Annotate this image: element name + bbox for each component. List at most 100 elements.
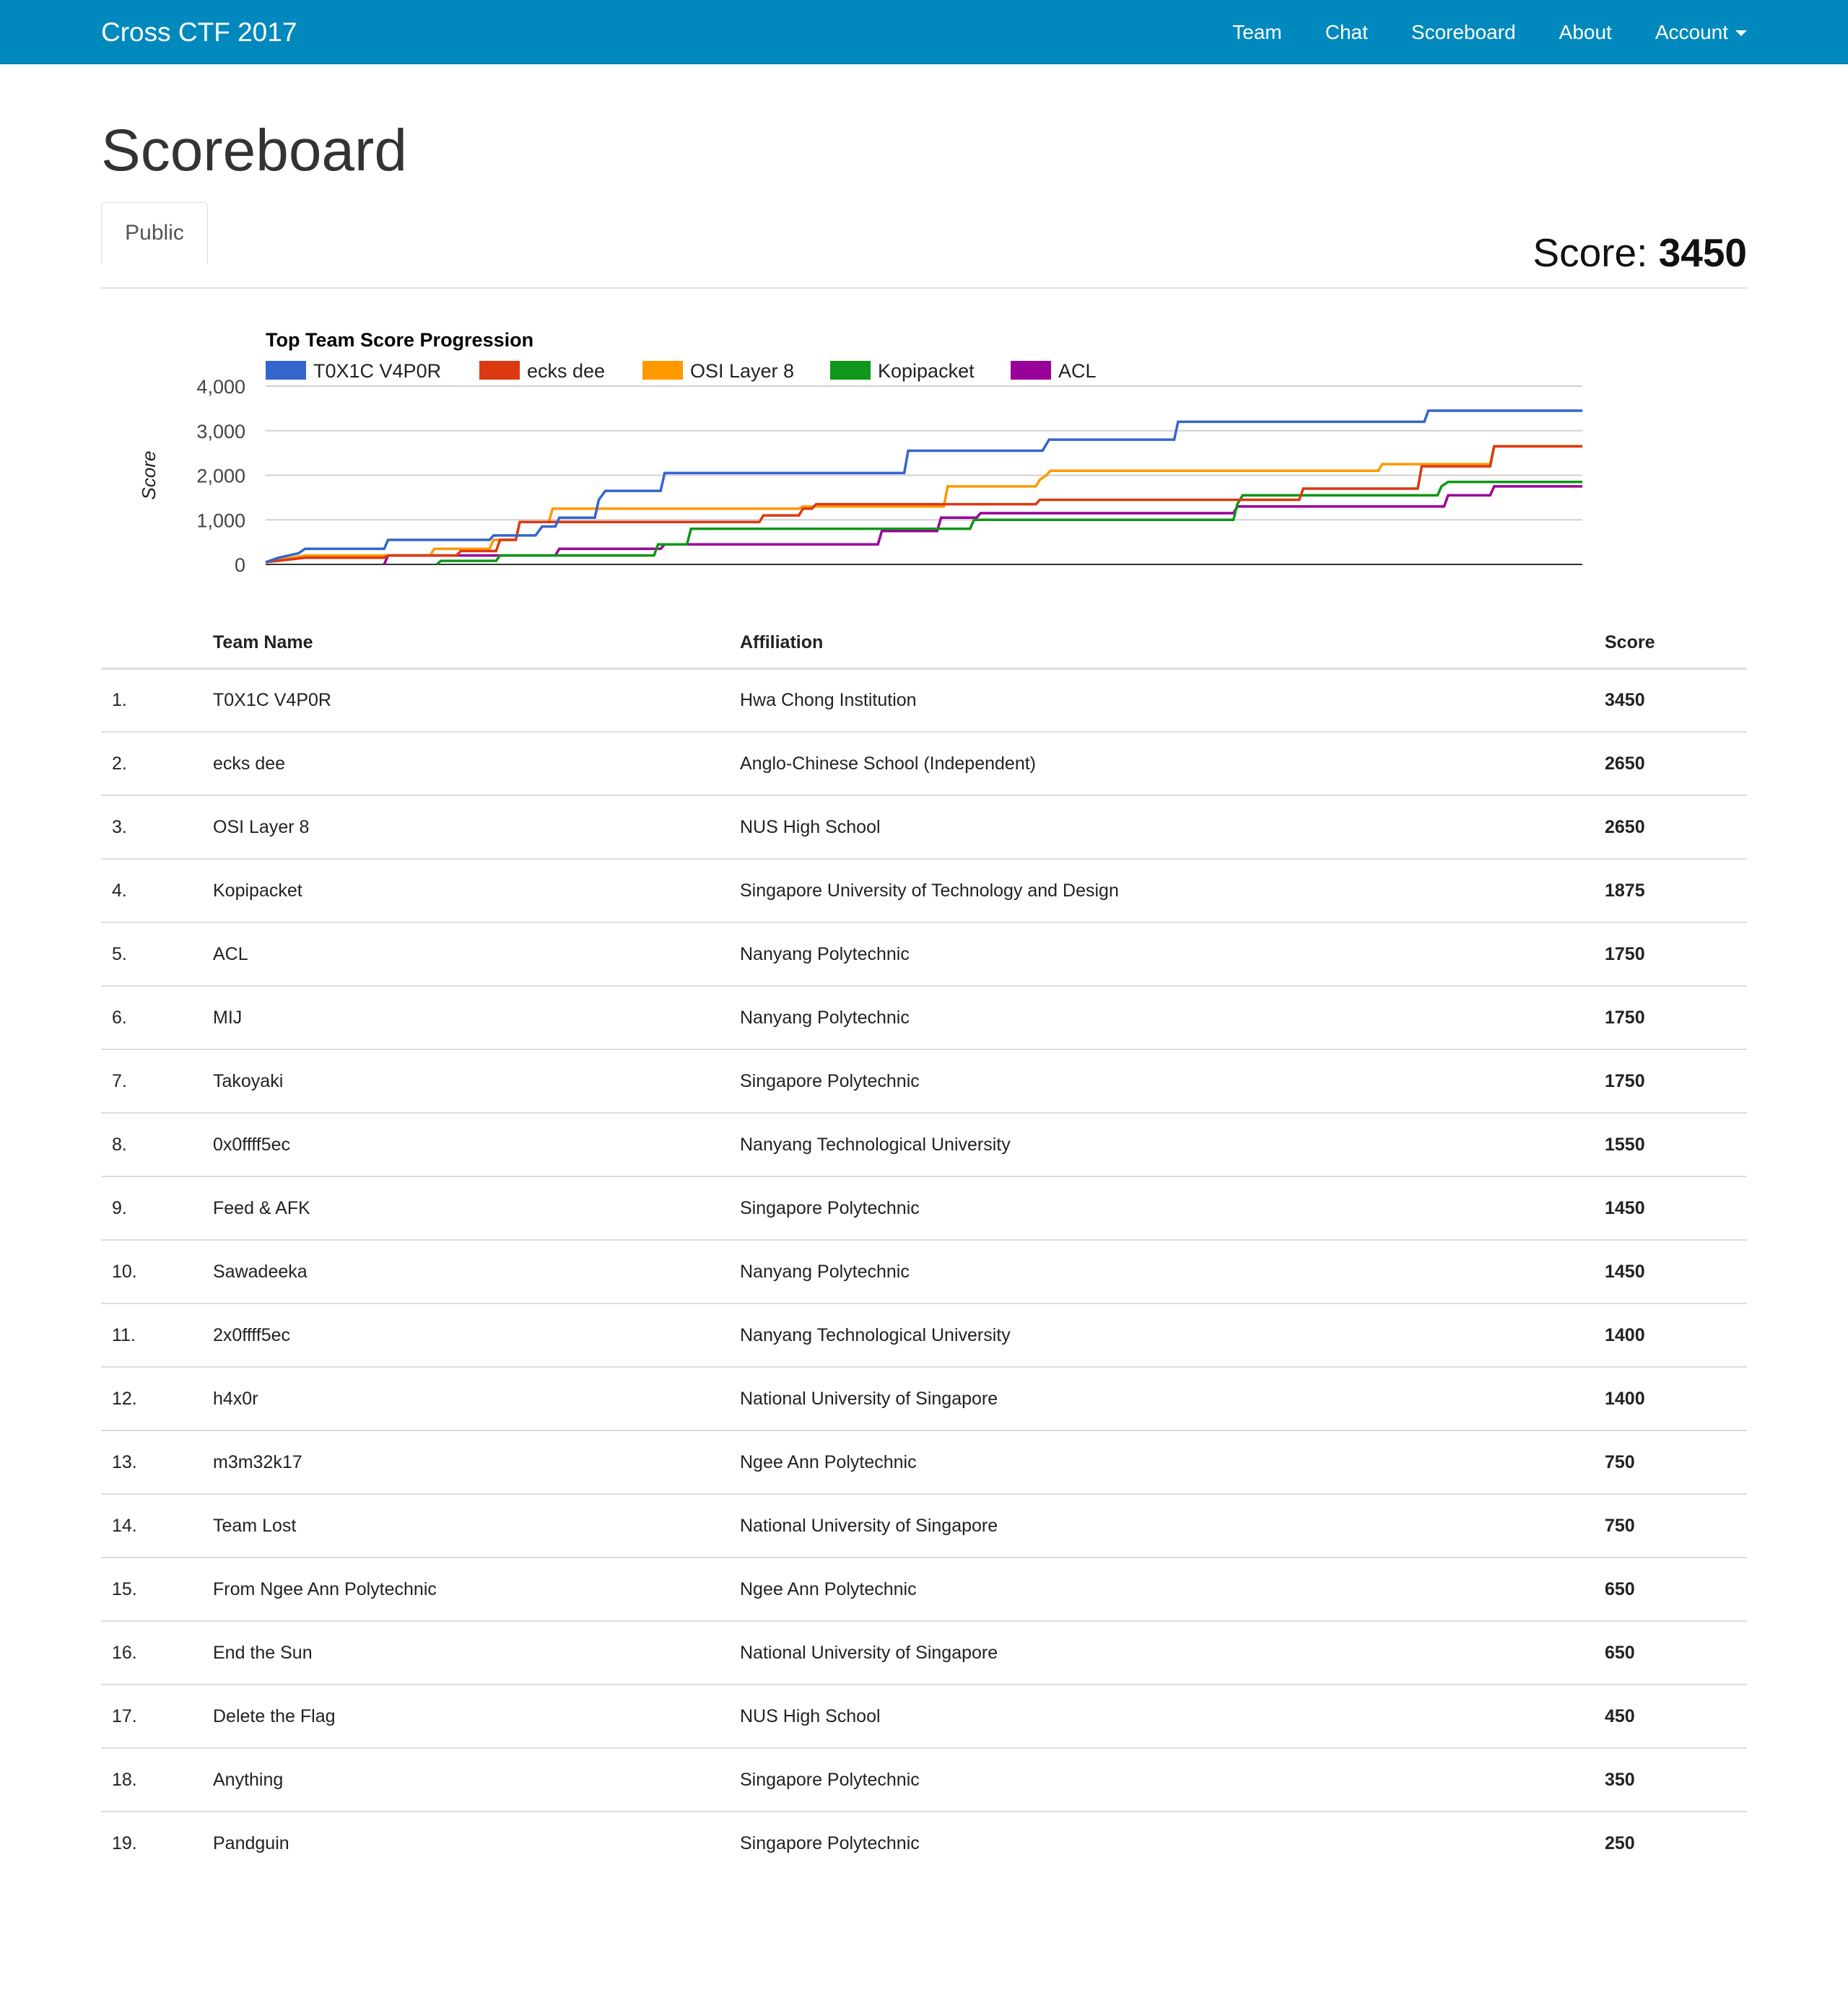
affiliation-cell: Nanyang Polytechnic xyxy=(740,986,1605,1050)
score-cell: 1750 xyxy=(1605,1049,1747,1114)
page-title: Scoreboard xyxy=(101,118,407,183)
score-cell: 1750 xyxy=(1605,922,1747,987)
legend-label: ecks dee xyxy=(527,360,605,382)
table-row: 11. 2x0ffff5ec Nanyang Technological Unive… xyxy=(101,1303,1747,1368)
rank-cell: 11. xyxy=(101,1303,213,1368)
tab-public[interactable]: Public xyxy=(101,202,208,264)
affiliation-cell: National University of Singapore xyxy=(740,1367,1605,1431)
rank-cell: 19. xyxy=(112,1833,137,1853)
score-cell: 1875 xyxy=(1605,859,1747,923)
rank-cell: 2. xyxy=(101,732,213,796)
rank-cell: 6. xyxy=(101,986,213,1050)
nav-team[interactable]: Team xyxy=(1232,21,1281,44)
brand-link[interactable]: Cross CTF 2017 xyxy=(101,0,297,64)
table-row: 3. OSI Layer 8 NUS High School 2650 xyxy=(101,795,1747,860)
score-progression-chart: Top Team Score Progression T0X1C V4P0R eck… xyxy=(101,318,1747,606)
team-name-cell: Takoyaki xyxy=(213,1049,740,1114)
team-name-cell: Sawadeeka xyxy=(213,1240,740,1304)
rank-cell: 12. xyxy=(101,1367,213,1431)
top-navbar: Cross CTF 2017 Team Chat Scoreboard Abou… xyxy=(0,0,1848,64)
y-tick-label: 0 xyxy=(235,554,245,576)
legend-label: OSI Layer 8 xyxy=(690,360,794,382)
score-cell: 750 xyxy=(1605,1494,1747,1558)
nav-scoreboard[interactable]: Scoreboard xyxy=(1411,21,1516,44)
table-row: 5. ACL Nanyang Polytechnic 1750 xyxy=(101,922,1747,987)
y-tick-label: 4,000 xyxy=(196,376,245,398)
header-rank xyxy=(101,618,213,670)
affiliation-cell: Singapore Polytechnic xyxy=(740,1176,1605,1241)
legend-label: ACL xyxy=(1058,360,1097,382)
affiliation-cell: National University of Singapore xyxy=(740,1621,1605,1685)
score-cell: 250 xyxy=(1605,1833,1635,1853)
table-row: 8. 0x0ffff5ec Nanyang Technological Univer… xyxy=(101,1113,1747,1177)
series-line xyxy=(265,409,1582,564)
team-name-cell: Pandguin xyxy=(213,1833,289,1853)
rank-cell: 7. xyxy=(101,1049,213,1114)
table-row: 12. h4x0r National University of Singapore… xyxy=(101,1367,1747,1431)
table-header-row: Team Name Affiliation Score xyxy=(101,618,1747,670)
table-row: 7. Takoyaki Singapore Polytechnic 1750 xyxy=(101,1049,1747,1114)
nav-account-label: Account xyxy=(1655,20,1728,43)
chart-title: Top Team Score Progression xyxy=(266,329,533,351)
affiliation-cell: Ngee Ann Polytechnic xyxy=(740,1430,1605,1495)
score-cell: 1450 xyxy=(1605,1240,1747,1304)
rank-cell: 8. xyxy=(101,1113,213,1177)
affiliation-cell: Nanyang Polytechnic xyxy=(740,1240,1605,1304)
rank-cell: 3. xyxy=(101,795,213,860)
affiliation-cell: Hwa Chong Institution xyxy=(740,668,1605,733)
score-label: Score: xyxy=(1533,230,1648,275)
table-row: 6. MIJ Nanyang Polytechnic 1750 xyxy=(101,986,1747,1050)
rank-cell: 1. xyxy=(101,668,213,733)
legend-swatch xyxy=(830,361,871,380)
affiliation-cell: Singapore University of Technology and D… xyxy=(740,859,1605,923)
header-team-name: Team Name xyxy=(213,618,740,670)
score-cell: 350 xyxy=(1605,1748,1747,1812)
score-cell: 1550 xyxy=(1605,1113,1747,1177)
affiliation-cell: NUS High School xyxy=(740,1685,1605,1749)
team-name-cell: T0X1C V4P0R xyxy=(213,668,740,733)
legend-swatch xyxy=(1011,361,1051,380)
rank-cell: 9. xyxy=(101,1176,213,1241)
y-tick-label: 1,000 xyxy=(196,510,245,531)
score-value: 3450 xyxy=(1658,230,1747,275)
score-cell: 3450 xyxy=(1605,668,1747,733)
table-row: 18. Anything Singapore Polytechnic 350 xyxy=(101,1748,1747,1812)
team-name-cell: OSI Layer 8 xyxy=(213,795,740,860)
rank-cell: 4. xyxy=(101,859,213,923)
team-name-cell: From Ngee Ann Polytechnic xyxy=(213,1558,740,1622)
table-row: 15. From Ngee Ann Polytechnic Ngee Ann Pol… xyxy=(101,1558,1747,1622)
nav-account-dropdown[interactable]: Account xyxy=(1655,21,1747,44)
team-name-cell: Delete the Flag xyxy=(213,1685,740,1749)
team-name-cell: 0x0ffff5ec xyxy=(213,1113,740,1177)
nav-about[interactable]: About xyxy=(1559,21,1612,44)
table-row: 17. Delete the Flag NUS High School 450 xyxy=(101,1685,1747,1749)
nav-chat[interactable]: Chat xyxy=(1325,21,1368,44)
team-name-cell: End the Sun xyxy=(213,1621,740,1685)
team-name-cell: Team Lost xyxy=(213,1494,740,1558)
y-tick-label: 3,000 xyxy=(196,421,245,442)
affiliation-cell: Anglo-Chinese School (Independent) xyxy=(740,732,1605,796)
rank-cell: 14. xyxy=(101,1494,213,1558)
team-name-cell: Feed & AFK xyxy=(213,1176,740,1241)
affiliation-cell: NUS High School xyxy=(740,795,1605,860)
affiliation-cell: Nanyang Polytechnic xyxy=(740,922,1605,987)
series-line xyxy=(383,485,1582,565)
y-axis-label: Score xyxy=(138,451,160,500)
table-row: 1. T0X1C V4P0R Hwa Chong Institution 3450 xyxy=(101,668,1747,733)
scoreboard-body: 1. T0X1C V4P0R Hwa Chong Institution 3450 2.… xyxy=(101,668,1747,1875)
score-cell: 650 xyxy=(1605,1558,1747,1622)
table-row: 10. Sawadeeka Nanyang Polytechnic 1450 xyxy=(101,1240,1747,1304)
score-cell: 450 xyxy=(1605,1685,1747,1749)
table-row: 4. Kopipacket Singapore University of Tech… xyxy=(101,859,1747,923)
score-cell: 2650 xyxy=(1605,732,1747,796)
score-cell: 1400 xyxy=(1605,1367,1747,1431)
affiliation-cell: Nanyang Technological University xyxy=(740,1303,1605,1368)
table-row: 13. m3m32k17 Ngee Ann Polytechnic 750 xyxy=(101,1430,1747,1495)
legend-label: T0X1C V4P0R xyxy=(313,360,441,382)
affiliation-cell: Singapore Polytechnic xyxy=(740,1049,1605,1114)
legend-swatch xyxy=(479,361,520,380)
affiliation-cell: Singapore Polytechnic xyxy=(740,1833,920,1853)
table-row: 9. Feed & AFK Singapore Polytechnic 1450 xyxy=(101,1176,1747,1241)
y-tick-label: 2,000 xyxy=(196,466,245,487)
team-score: Score: 3450 xyxy=(1533,230,1747,276)
